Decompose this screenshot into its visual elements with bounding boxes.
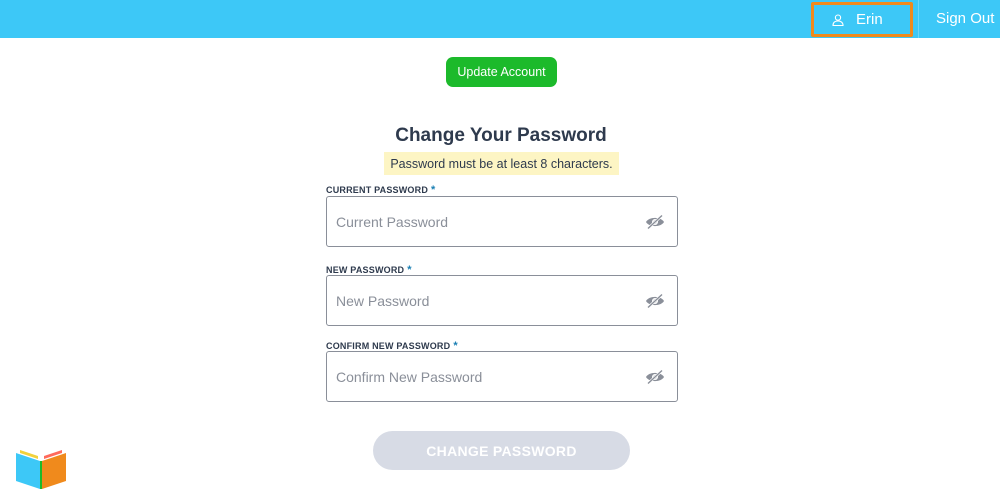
eye-slash-icon[interactable] (645, 214, 665, 230)
user-icon (832, 13, 844, 26)
confirm-password-input[interactable] (336, 352, 636, 401)
user-menu-button[interactable]: Erin (811, 2, 913, 37)
required-marker: * (431, 184, 436, 196)
current-password-label: CURRENT PASSWORD * (326, 184, 436, 196)
new-password-field (326, 275, 678, 326)
user-name: Erin (856, 11, 883, 28)
eye-slash-icon[interactable] (645, 369, 665, 385)
current-password-input[interactable] (336, 197, 636, 246)
book-logo-icon (16, 450, 66, 489)
current-password-field (326, 196, 678, 247)
eye-slash-icon[interactable] (645, 293, 665, 309)
confirm-password-field (326, 351, 678, 402)
change-password-button[interactable]: CHANGE PASSWORD (373, 431, 630, 470)
page-title: Change Your Password (395, 125, 607, 146)
header-divider (918, 0, 919, 38)
password-hint: Password must be at least 8 characters. (384, 152, 619, 175)
sign-out-link[interactable]: Sign Out (936, 10, 994, 27)
new-password-input[interactable] (336, 276, 636, 325)
update-account-button[interactable]: Update Account (446, 57, 557, 87)
